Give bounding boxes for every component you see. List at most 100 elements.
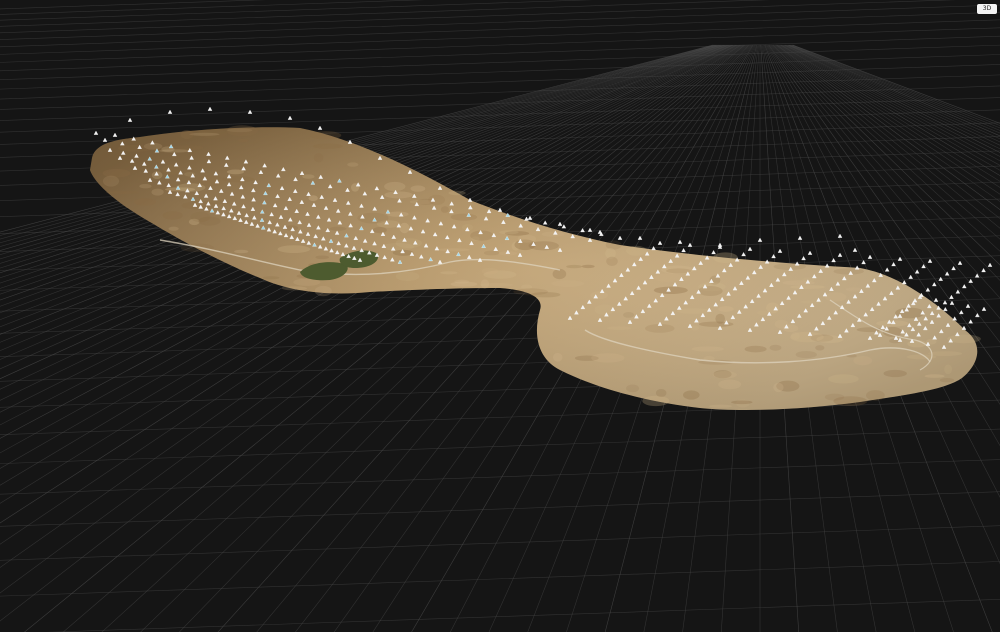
camera-pyramid-icon[interactable] [657, 240, 663, 245]
camera-pyramid-icon[interactable] [867, 254, 873, 259]
camera-pyramid-icon[interactable] [852, 247, 858, 252]
camera-pyramid-icon[interactable] [951, 266, 956, 271]
terrain-texture [234, 249, 249, 254]
grid-line [0, 525, 1000, 561]
camera-pyramid-icon[interactable] [854, 265, 860, 270]
terrain-texture [731, 400, 753, 405]
camera-pyramid-icon[interactable] [942, 300, 948, 305]
camera-pyramid-icon[interactable] [943, 307, 948, 312]
camera-pyramid-icon[interactable] [952, 316, 957, 321]
terrain-texture [308, 195, 318, 202]
terrain-texture [924, 374, 945, 378]
terrain-texture [795, 351, 817, 359]
camera-pyramid-icon[interactable] [677, 239, 683, 244]
camera-pyramid-icon[interactable] [837, 252, 843, 257]
grid-line [0, 0, 267, 10]
terrain-texture [708, 404, 733, 408]
camera-pyramid-icon[interactable] [981, 268, 986, 273]
terrain-texture [773, 382, 784, 393]
camera-pyramid-icon[interactable] [914, 269, 920, 274]
terrain-texture [384, 181, 406, 192]
terrain-texture [626, 245, 647, 256]
camera-pyramid-icon[interactable] [651, 246, 656, 251]
camera-pyramid-icon[interactable] [927, 258, 933, 263]
camera-pyramid-icon[interactable] [741, 252, 746, 257]
camera-pyramid-icon[interactable] [949, 294, 954, 299]
camera-pyramid-icon[interactable] [557, 221, 563, 226]
terrain-texture [756, 310, 769, 316]
camera-pyramid-icon[interactable] [908, 274, 913, 279]
camera-pyramid-icon[interactable] [317, 125, 323, 130]
terrain-texture [939, 378, 955, 383]
camera-pyramid-icon[interactable] [891, 262, 896, 267]
camera-pyramid-icon[interactable] [959, 310, 964, 315]
camera-pyramid-icon[interactable] [884, 267, 890, 272]
camera-pyramid-icon[interactable] [561, 224, 567, 229]
camera-pyramid-icon[interactable] [807, 250, 813, 255]
terrain-texture [105, 191, 140, 194]
camera-pyramid-icon[interactable] [617, 235, 623, 240]
camera-pyramid-icon[interactable] [112, 132, 118, 137]
camera-pyramid-icon[interactable] [207, 106, 213, 111]
3d-viewport[interactable]: 3D [0, 0, 1000, 632]
camera-pyramid-icon[interactable] [524, 216, 529, 221]
terrain-texture [450, 213, 478, 221]
terrain-texture [102, 175, 120, 187]
camera-pyramid-icon[interactable] [957, 260, 963, 265]
camera-pyramid-icon[interactable] [902, 280, 907, 285]
terrain-texture [151, 188, 164, 196]
camera-pyramid-icon[interactable] [801, 256, 806, 261]
terrain-texture [833, 268, 864, 275]
terrain-texture [744, 345, 767, 353]
terrain-texture [454, 279, 470, 284]
camera-pyramid-icon[interactable] [527, 215, 533, 220]
camera-pyramid-icon[interactable] [797, 235, 803, 240]
camera-pyramid-icon[interactable] [955, 289, 961, 294]
camera-pyramid-icon[interactable] [711, 250, 716, 255]
terrain-texture [790, 285, 825, 289]
terrain-texture [690, 325, 699, 331]
camera-pyramid-icon[interactable] [962, 284, 967, 289]
terrain-texture [313, 153, 324, 163]
camera-pyramid-icon[interactable] [757, 237, 763, 242]
scene-canvas[interactable] [0, 0, 1000, 632]
terrain-texture [683, 390, 700, 400]
terrain-texture [591, 353, 625, 363]
camera-pyramid-icon[interactable] [747, 246, 753, 251]
camera-pyramid-icon[interactable] [167, 109, 173, 114]
camera-pyramid-icon[interactable] [777, 248, 783, 253]
terrain-texture [226, 125, 258, 137]
camera-pyramid-icon[interactable] [968, 278, 973, 283]
grid-line [0, 4, 1000, 40]
terrain-texture [189, 132, 220, 136]
camera-pyramid-icon[interactable] [824, 263, 830, 268]
camera-pyramid-icon[interactable] [771, 254, 776, 259]
camera-pyramid-icon[interactable] [968, 319, 973, 324]
camera-pyramid-icon[interactable] [965, 303, 971, 308]
camera-pyramid-icon[interactable] [93, 130, 99, 135]
terrain-texture [606, 256, 618, 266]
terrain-texture [222, 176, 255, 183]
camera-pyramid-icon[interactable] [949, 300, 955, 305]
camera-pyramid-icon[interactable] [987, 262, 993, 267]
camera-pyramid-icon[interactable] [933, 297, 939, 302]
terrain-texture [928, 351, 963, 356]
terrain-texture [238, 138, 249, 143]
camera-pyramid-icon[interactable] [831, 258, 836, 263]
camera-pyramid-icon[interactable] [542, 220, 548, 225]
camera-pyramid-icon[interactable] [925, 287, 931, 292]
view-mode-3d-button[interactable]: 3D [977, 4, 997, 14]
camera-pyramid-icon[interactable] [681, 248, 686, 253]
terrain-texture [883, 369, 907, 378]
terrain-texture [312, 143, 343, 149]
camera-pyramid-icon[interactable] [102, 137, 108, 142]
camera-pyramid-icon[interactable] [287, 115, 293, 120]
camera-pyramid-icon[interactable] [861, 260, 866, 265]
camera-pyramid-icon[interactable] [932, 282, 937, 287]
terrain-texture [853, 356, 873, 366]
grid-line [0, 35, 1000, 72]
terrain-texture [828, 374, 859, 384]
camera-pyramid-icon[interactable] [981, 306, 987, 311]
camera-pyramid-icon[interactable] [587, 227, 593, 232]
camera-pyramid-icon[interactable] [127, 117, 133, 122]
